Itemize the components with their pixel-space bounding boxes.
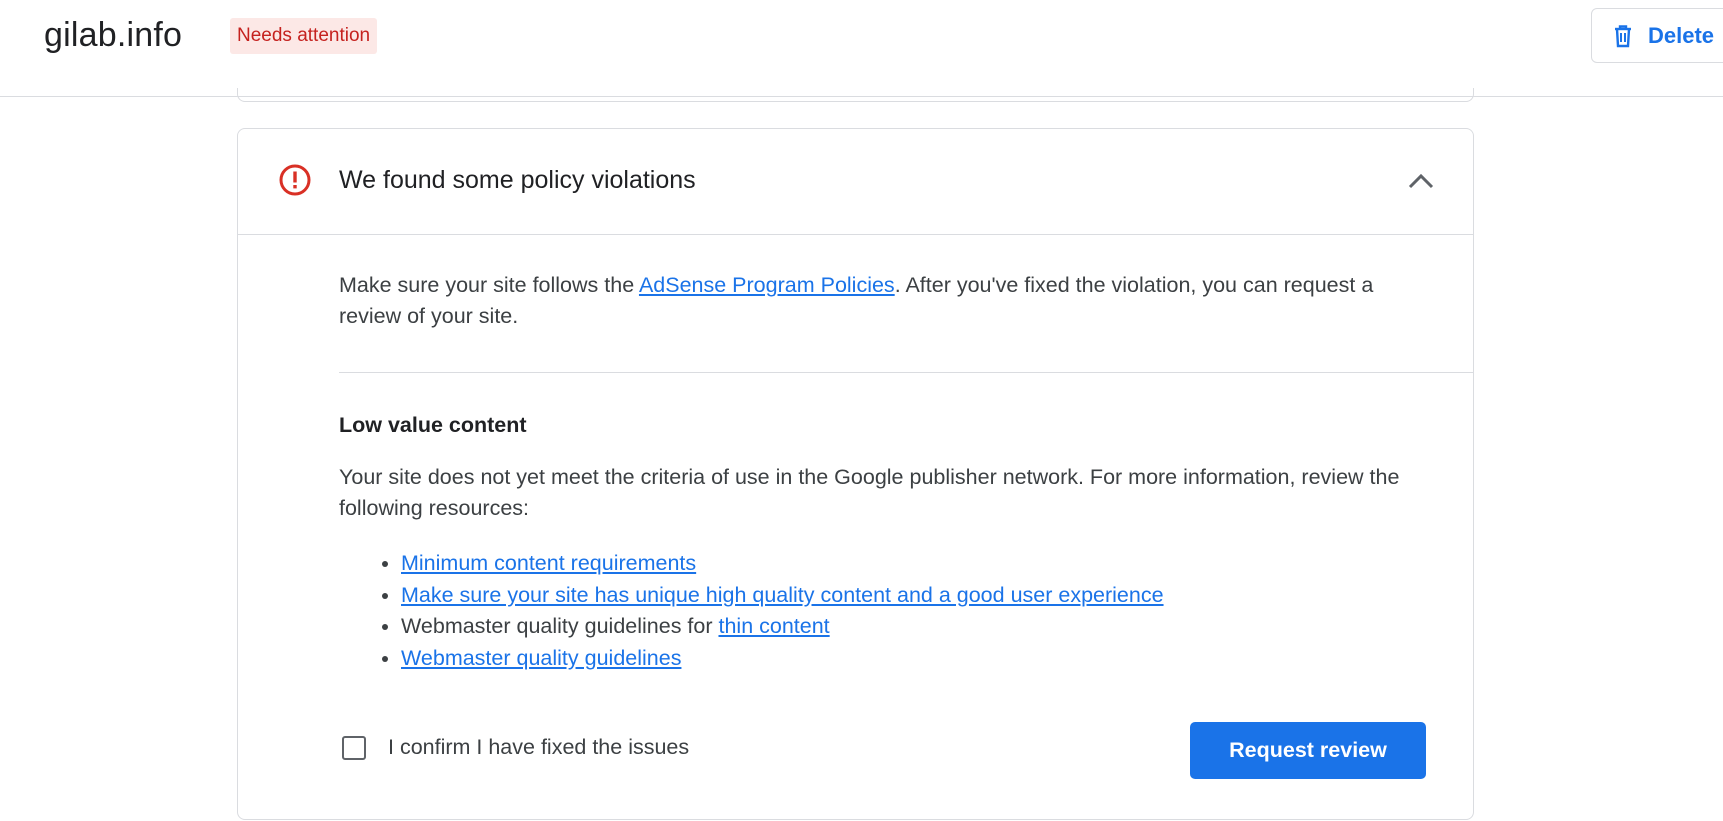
previous-card-edge: [237, 88, 1474, 102]
webmaster-guidelines-link[interactable]: Webmaster quality guidelines: [401, 646, 681, 670]
intro-before: Make sure your site follows the: [339, 273, 639, 297]
policy-violations-card: We found some policy violations Make sur…: [237, 128, 1474, 820]
thin-content-link[interactable]: thin content: [718, 614, 829, 638]
adsense-policies-link[interactable]: AdSense Program Policies: [639, 273, 895, 297]
error-circle-icon: [279, 164, 311, 196]
intro-text: Make sure your site follows the AdSense …: [339, 270, 1439, 332]
list-item: Webmaster quality guidelines for thin co…: [401, 611, 1164, 643]
list-item: Make sure your site has unique high qual…: [401, 580, 1164, 612]
minimum-content-link[interactable]: Minimum content requirements: [401, 551, 696, 575]
site-name: gilab.info: [44, 16, 183, 54]
chevron-up-icon[interactable]: [1403, 163, 1439, 199]
unique-content-link[interactable]: Make sure your site has unique high qual…: [401, 583, 1164, 607]
resource-prefix: Webmaster quality guidelines for: [401, 614, 719, 638]
delete-button[interactable]: Delete: [1591, 8, 1723, 63]
card-header[interactable]: We found some policy violations: [238, 129, 1473, 235]
issue-description: Your site does not yet meet the criteria…: [339, 465, 1400, 520]
card-title: We found some policy violations: [339, 166, 696, 194]
list-item: Webmaster quality guidelines: [401, 643, 1164, 675]
confirm-checkbox[interactable]: [342, 735, 366, 760]
list-item: Minimum content requirements: [401, 548, 1164, 580]
delete-label: Delete: [1648, 22, 1715, 48]
resource-list: Minimum content requirements Make sure y…: [339, 548, 1164, 674]
top-bar: gilab.info Needs attention Delete: [0, 0, 1723, 97]
confirm-label: I confirm I have fixed the issues: [388, 735, 690, 759]
confirm-row[interactable]: I confirm I have fixed the issues: [342, 735, 689, 760]
issue-title: Low value content: [339, 413, 527, 437]
trash-icon: [1615, 24, 1631, 47]
divider: [339, 372, 1473, 373]
status-badge: Needs attention: [230, 18, 378, 54]
request-review-button[interactable]: Request review: [1190, 722, 1426, 779]
